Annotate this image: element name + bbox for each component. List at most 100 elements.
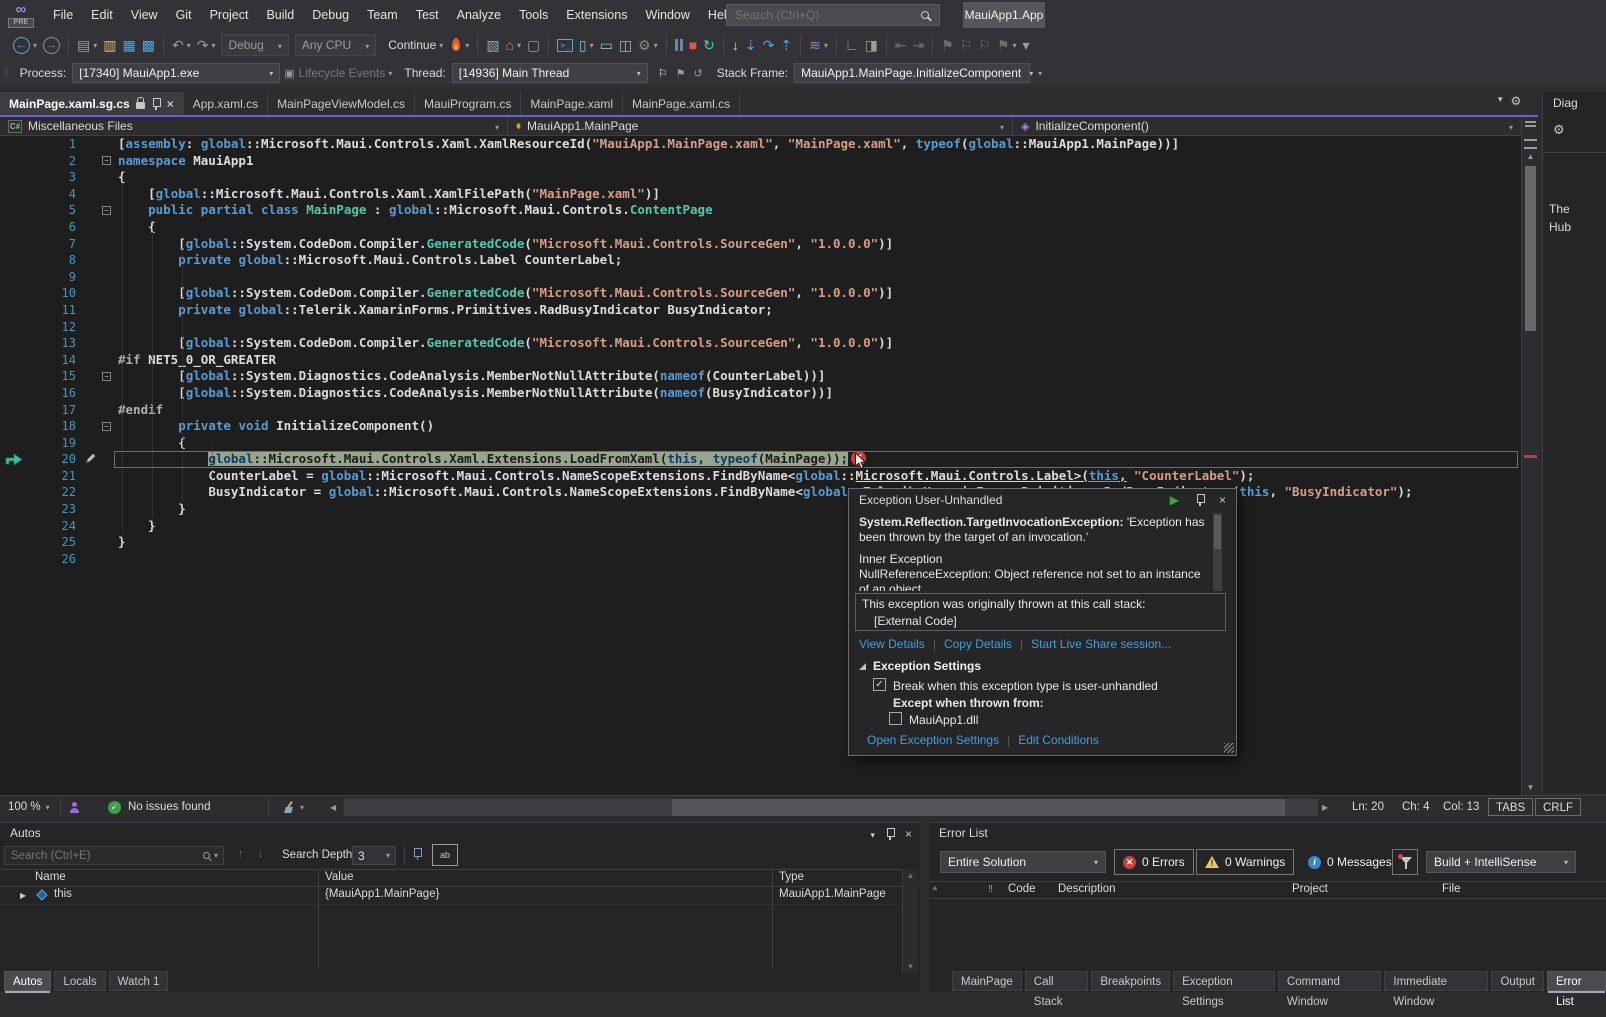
scroll-down-icon[interactable]: ▼ xyxy=(1522,783,1539,792)
device-icon[interactable]: ▯▾ xyxy=(576,33,597,57)
add-item-icon[interactable]: ⌂▾ xyxy=(503,33,524,57)
navigate-bracket-icon[interactable]: ∟ xyxy=(842,33,862,57)
flag-threads-icon[interactable]: ⚑ xyxy=(676,67,686,80)
exception-settings-header[interactable]: Exception Settings xyxy=(859,659,981,673)
popup-scrollbar[interactable] xyxy=(1213,513,1222,591)
monitor-icon[interactable]: ▭ xyxy=(597,33,616,57)
link-copy-details[interactable]: Copy Details xyxy=(944,637,1012,651)
menu-item-file[interactable]: File xyxy=(44,0,82,30)
menu-item-project[interactable]: Project xyxy=(201,0,258,30)
document-options-gear-icon[interactable]: ⚙ xyxy=(1511,94,1522,108)
stack-frame-select[interactable]: MauiApp1.MainPage.InitializeComponent xyxy=(794,63,1030,83)
hscroll-right-icon[interactable]: ▶ xyxy=(1322,796,1328,819)
link-start-live-share-session-[interactable]: Start Live Share session... xyxy=(1031,637,1171,651)
menu-item-view[interactable]: View xyxy=(122,0,167,30)
tab-mainpage-xaml-sg-cs[interactable]: MainPage.xaml.sg.cs× xyxy=(0,92,184,115)
hscroll-thumb[interactable] xyxy=(672,799,1285,816)
tab-list-dropdown-icon[interactable]: ▾ xyxy=(1498,94,1503,108)
lifecycle-events-button[interactable]: Lifecycle Events xyxy=(299,66,386,80)
issues-status[interactable]: No issues found xyxy=(128,796,210,819)
hscroll-left-icon[interactable]: ◀ xyxy=(330,796,336,819)
continue-icon[interactable]: ▶ xyxy=(1170,493,1179,507)
link-open-exception-settings[interactable]: Open Exception Settings xyxy=(867,733,999,747)
resize-grip[interactable] xyxy=(1224,743,1234,753)
step-out-icon[interactable]: ⇡ xyxy=(777,33,795,57)
running-app-title[interactable]: MauiApp1.App xyxy=(963,2,1045,28)
autos-search-input[interactable] xyxy=(5,850,203,862)
terminal-icon[interactable]: >_ xyxy=(554,33,576,57)
error-scope-select[interactable]: Entire Solution xyxy=(940,851,1106,873)
search-up-icon[interactable]: ↑ xyxy=(238,848,244,860)
search-input[interactable] xyxy=(727,8,921,22)
scroll-up-icon[interactable]: ▲ xyxy=(931,883,939,892)
tab-exception-settings[interactable]: Exception Settings xyxy=(1173,971,1275,991)
close-icon[interactable]: × xyxy=(905,828,912,840)
show-threads-flag-icon[interactable]: ⚐ xyxy=(658,67,668,80)
code-cleanup-dropdown-icon[interactable]: ▾ xyxy=(300,796,304,819)
menu-item-window[interactable]: Window xyxy=(636,0,698,30)
scrollbar-split-handle[interactable] xyxy=(1524,139,1537,149)
project-scope-dropdown[interactable]: C# Miscellaneous Files xyxy=(0,117,508,135)
hot-reload-icon[interactable]: ▾ xyxy=(447,33,472,57)
tab-app-xaml-cs[interactable]: App.xaml.cs xyxy=(184,92,268,115)
build-intellisense-select[interactable]: Build + IntelliSense xyxy=(1426,851,1576,873)
pin-icon[interactable] xyxy=(885,828,895,840)
tab-output[interactable]: Output xyxy=(1491,971,1544,991)
fold-collapse-icon[interactable] xyxy=(102,422,111,431)
column-header-project[interactable]: Project xyxy=(1292,883,1328,895)
menu-item-git[interactable]: Git xyxy=(167,0,201,30)
tab-mauiprogram-cs[interactable]: MauiProgram.cs xyxy=(415,92,521,115)
next-bookmark-icon[interactable]: ⚐ xyxy=(975,33,994,57)
restart-icon[interactable]: ↻ xyxy=(700,33,718,57)
solution-configuration-select[interactable]: Debug xyxy=(221,34,288,56)
menu-item-build[interactable]: Build xyxy=(257,0,303,30)
search-depth-select[interactable]: 3 xyxy=(352,846,396,865)
row-expander-icon[interactable]: ▶ xyxy=(20,891,26,900)
diagnostics-gear-icon[interactable]: ⚙ xyxy=(1553,122,1565,138)
tab-breakpoints[interactable]: Breakpoints xyxy=(1091,971,1170,991)
filter-button[interactable] xyxy=(1392,849,1418,875)
show-next-statement-icon[interactable]: ↓ xyxy=(729,33,742,57)
menu-item-tools[interactable]: Tools xyxy=(510,0,557,30)
tab-call-stack[interactable]: Call Stack xyxy=(1025,971,1089,991)
save-icon[interactable]: ▦ xyxy=(120,33,139,57)
menu-item-team[interactable]: Team xyxy=(358,0,407,30)
code-structure-icon[interactable]: ◨ xyxy=(862,33,881,57)
messages-filter-toggle[interactable]: i0 Messages xyxy=(1300,849,1400,875)
toggle-bookmark-icon[interactable]: ⚑ xyxy=(938,33,957,57)
thread-select[interactable]: [14936] Main Thread xyxy=(452,63,648,83)
autos-scrollbar[interactable]: ▲ ▼ xyxy=(902,869,918,973)
find-in-files-icon[interactable]: ▧ xyxy=(483,33,502,57)
search-down-icon[interactable]: ↓ xyxy=(258,848,264,860)
step-over-icon[interactable]: ↷ xyxy=(760,33,778,57)
scrollbar-thumb[interactable] xyxy=(1525,166,1536,331)
panel-splitter[interactable] xyxy=(920,822,929,992)
scroll-up-icon[interactable]: ▲ xyxy=(1522,152,1539,161)
tab-command-window[interactable]: Command Window xyxy=(1278,971,1381,991)
navigate-forward-icon[interactable]: → xyxy=(40,33,63,57)
process-select[interactable]: [17340] MauiApp1.exe xyxy=(72,63,280,83)
code-cleanup-icon[interactable] xyxy=(282,801,296,814)
expander-icon[interactable] xyxy=(859,663,866,670)
column-header-code[interactable]: Code xyxy=(1008,883,1036,895)
table-row[interactable]: ▶this{MauiApp1.MainPage}MauiApp1.MainPag… xyxy=(0,887,900,905)
fold-collapse-icon[interactable] xyxy=(102,372,111,381)
continue-button[interactable]: Continue▾ xyxy=(379,33,447,57)
live-share-icon[interactable] xyxy=(68,801,81,814)
clear-bookmarks-icon[interactable]: ⚑▾ xyxy=(994,33,1020,57)
editor-vertical-scrollbar[interactable]: ▲ ▼ xyxy=(1521,136,1538,795)
close-icon[interactable]: × xyxy=(167,98,174,110)
device-monitor-icon[interactable]: ◫ xyxy=(616,33,635,57)
link-view-details[interactable]: View Details xyxy=(859,637,925,651)
new-project-icon[interactable]: ▤▾ xyxy=(74,33,100,57)
tab-error-list[interactable]: Error List xyxy=(1547,971,1606,991)
navigate-back-icon[interactable]: ←▾ xyxy=(10,33,40,57)
tab-mainpage-xaml[interactable]: MainPage.xaml xyxy=(521,92,623,115)
open-file-icon[interactable]: ▥ xyxy=(100,33,119,57)
undo-icon[interactable]: ↶▾ xyxy=(169,33,194,57)
column-header-type[interactable]: Type xyxy=(779,871,804,883)
tab-mainpage[interactable]: MainPage xyxy=(952,971,1022,991)
toolbar-overflow-icon[interactable]: ▾ xyxy=(1020,33,1033,57)
scroll-up-icon[interactable]: ▲ xyxy=(903,871,918,880)
member-dropdown[interactable]: ◈ InitializeComponent() xyxy=(1013,117,1521,135)
